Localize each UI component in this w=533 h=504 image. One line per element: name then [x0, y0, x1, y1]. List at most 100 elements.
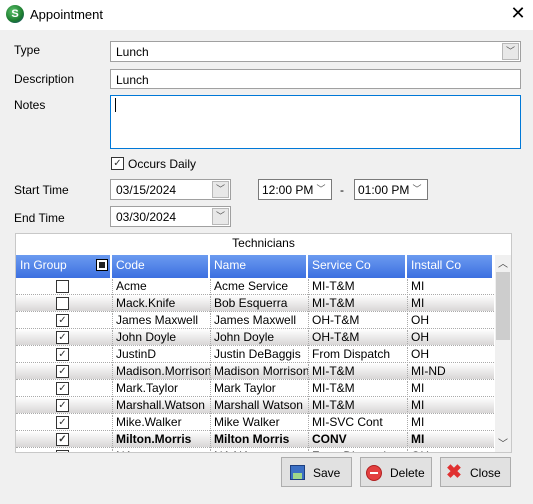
in-group-checkbox[interactable]: ✓ — [56, 382, 69, 395]
in-group-checkbox[interactable]: ✓ — [56, 331, 69, 344]
in-group-checkbox[interactable]: ✓ — [56, 450, 69, 452]
cell-install-co[interactable]: MI — [407, 296, 494, 312]
cell-name[interactable]: Mike Walker — [210, 415, 308, 431]
cell-install-co[interactable]: OH — [407, 347, 494, 363]
type-select[interactable]: Lunch ﹀ — [110, 41, 521, 62]
cell-code[interactable]: John Doyle — [112, 330, 210, 346]
end-time-label: End Time — [14, 211, 65, 225]
close-button[interactable]: ✖ Close — [440, 457, 511, 487]
cell-install-co[interactable]: OH — [407, 313, 494, 329]
table-row[interactable]: ✓ Mark.Taylor Mark Taylor MI-T&M MI — [16, 380, 494, 397]
table-row[interactable]: ✓ John Doyle John Doyle OH-T&M OH — [16, 329, 494, 346]
scroll-up-icon[interactable]: ︿ — [495, 255, 511, 270]
table-row[interactable]: ✓ JustinD Justin DeBaggis From Dispatch OH — [16, 346, 494, 363]
cell-name[interactable]: Madison Morrison — [210, 364, 308, 380]
cell-name[interactable]: Marshall Watson — [210, 398, 308, 414]
description-input[interactable]: Lunch — [110, 69, 521, 89]
cell-service-co[interactable]: MI-T&M — [308, 398, 407, 414]
calendar-dropdown-icon[interactable]: ﹀ — [212, 181, 229, 198]
notes-textarea[interactable] — [110, 95, 521, 149]
table-row[interactable]: ✓ Madison.Morrison Madison Morrison MI-T&M M… — [16, 363, 494, 380]
time-to-select[interactable]: 01:00 PM ﹀ — [354, 179, 428, 200]
in-group-checkbox[interactable] — [56, 297, 69, 310]
calendar-dropdown-icon[interactable]: ﹀ — [212, 208, 229, 225]
chevron-down-icon[interactable]: ﹀ — [313, 182, 329, 195]
in-group-checkbox[interactable]: ✓ — [56, 416, 69, 429]
type-label: Type — [14, 43, 41, 57]
scroll-down-icon[interactable]: ﹀ — [495, 435, 511, 450]
start-date-picker[interactable]: 03/15/2024 ﹀ — [110, 179, 231, 200]
column-header-name[interactable]: Name — [210, 255, 308, 278]
cell-name[interactable]: NA NA — [210, 449, 308, 452]
in-group-checkbox[interactable]: ✓ — [56, 348, 69, 361]
table-row[interactable]: Mack.Knife Bob Esquerra MI-T&M MI — [16, 295, 494, 312]
scrollbar-thumb[interactable] — [496, 272, 510, 340]
cell-code[interactable]: James Maxwell — [112, 313, 210, 329]
close-window-button[interactable]: ✕ — [507, 3, 529, 24]
save-label: Save — [313, 466, 341, 480]
cell-service-co[interactable]: CONV — [308, 432, 407, 448]
in-group-checkbox[interactable]: ✓ — [56, 314, 69, 327]
table-row[interactable]: Acme Acme Service MI-T&M MI — [16, 278, 494, 295]
delete-button[interactable]: Delete — [360, 457, 432, 487]
cell-code[interactable]: Mack.Knife — [112, 296, 210, 312]
cell-install-co[interactable]: OH — [407, 449, 494, 452]
end-date-picker[interactable]: 03/30/2024 ﹀ — [110, 206, 231, 227]
column-label: In Group — [20, 258, 67, 272]
time-to-value: 01:00 PM — [358, 183, 410, 197]
cell-service-co[interactable]: From Dispatch — [308, 347, 407, 363]
column-header-in-group[interactable]: In Group — [16, 255, 112, 278]
cell-code[interactable]: Milton.Morris — [112, 432, 210, 448]
cell-name[interactable]: Bob Esquerra — [210, 296, 308, 312]
in-group-checkbox[interactable]: ✓ — [56, 365, 69, 378]
column-header-service-co[interactable]: Service Co — [308, 255, 407, 278]
cell-install-co[interactable]: MI — [407, 432, 494, 448]
delete-icon — [366, 465, 382, 481]
cell-name[interactable]: James Maxwell — [210, 313, 308, 329]
chevron-down-icon[interactable]: ﹀ — [502, 43, 519, 60]
save-button[interactable]: Save — [281, 457, 352, 487]
table-row[interactable]: ✓ Mike.Walker Mike Walker MI-SVC Cont MI — [16, 414, 494, 431]
cell-service-co[interactable]: OH-T&M — [308, 330, 407, 346]
table-row[interactable]: ✓ Milton.Morris Milton Morris CONV MI — [16, 431, 494, 448]
select-all-checkbox[interactable] — [96, 259, 108, 271]
cell-install-co[interactable]: MI — [407, 415, 494, 431]
cell-service-co[interactable]: From Dispatch — [308, 449, 407, 452]
cell-service-co[interactable]: MI-T&M — [308, 364, 407, 380]
table-row[interactable]: ✓ James Maxwell James Maxwell OH-T&M OH — [16, 312, 494, 329]
cell-code[interactable]: Marshall.Watson — [112, 398, 210, 414]
in-group-checkbox[interactable]: ✓ — [56, 399, 69, 412]
table-row[interactable]: ✓ NANA NAFrom DispatchOH — [16, 448, 494, 452]
in-group-checkbox[interactable]: ✓ — [56, 433, 69, 446]
cell-code[interactable]: Madison.Morrison — [112, 364, 210, 380]
cell-install-co[interactable]: MI-ND — [407, 364, 494, 380]
cell-install-co[interactable]: OH — [407, 330, 494, 346]
table-row[interactable]: ✓ Marshall.Watson Marshall Watson MI-T&M MI — [16, 397, 494, 414]
column-header-code[interactable]: Code — [112, 255, 210, 278]
time-from-select[interactable]: 12:00 PM ﹀ — [258, 179, 332, 200]
chevron-down-icon[interactable]: ﹀ — [409, 182, 425, 195]
cell-code[interactable]: JustinD — [112, 347, 210, 363]
cell-name[interactable]: Acme Service — [210, 279, 308, 295]
cell-service-co[interactable]: OH-T&M — [308, 313, 407, 329]
cell-service-co[interactable]: MI-T&M — [308, 296, 407, 312]
in-group-checkbox[interactable] — [56, 280, 69, 293]
cell-code[interactable]: Acme — [112, 279, 210, 295]
cell-service-co[interactable]: MI-T&M — [308, 279, 407, 295]
cell-code[interactable]: NA — [112, 449, 210, 452]
cell-name[interactable]: Milton Morris — [210, 432, 308, 448]
cell-service-co[interactable]: MI-T&M — [308, 381, 407, 397]
vertical-scrollbar[interactable]: ︿ ﹀ — [495, 255, 511, 452]
cell-install-co[interactable]: MI — [407, 279, 494, 295]
occurs-daily-checkbox[interactable]: ✓ — [111, 157, 124, 170]
cell-install-co[interactable]: MI — [407, 398, 494, 414]
cell-name[interactable]: Justin DeBaggis — [210, 347, 308, 363]
cell-code[interactable]: Mike.Walker — [112, 415, 210, 431]
cell-code[interactable]: Mark.Taylor — [112, 381, 210, 397]
cell-name[interactable]: John Doyle — [210, 330, 308, 346]
column-header-install-co[interactable]: Install Co — [407, 255, 494, 278]
cell-service-co[interactable]: MI-SVC Cont — [308, 415, 407, 431]
technicians-grid[interactable]: Technicians In Group Code Name Service C… — [15, 233, 512, 453]
cell-name[interactable]: Mark Taylor — [210, 381, 308, 397]
cell-install-co[interactable]: MI — [407, 381, 494, 397]
